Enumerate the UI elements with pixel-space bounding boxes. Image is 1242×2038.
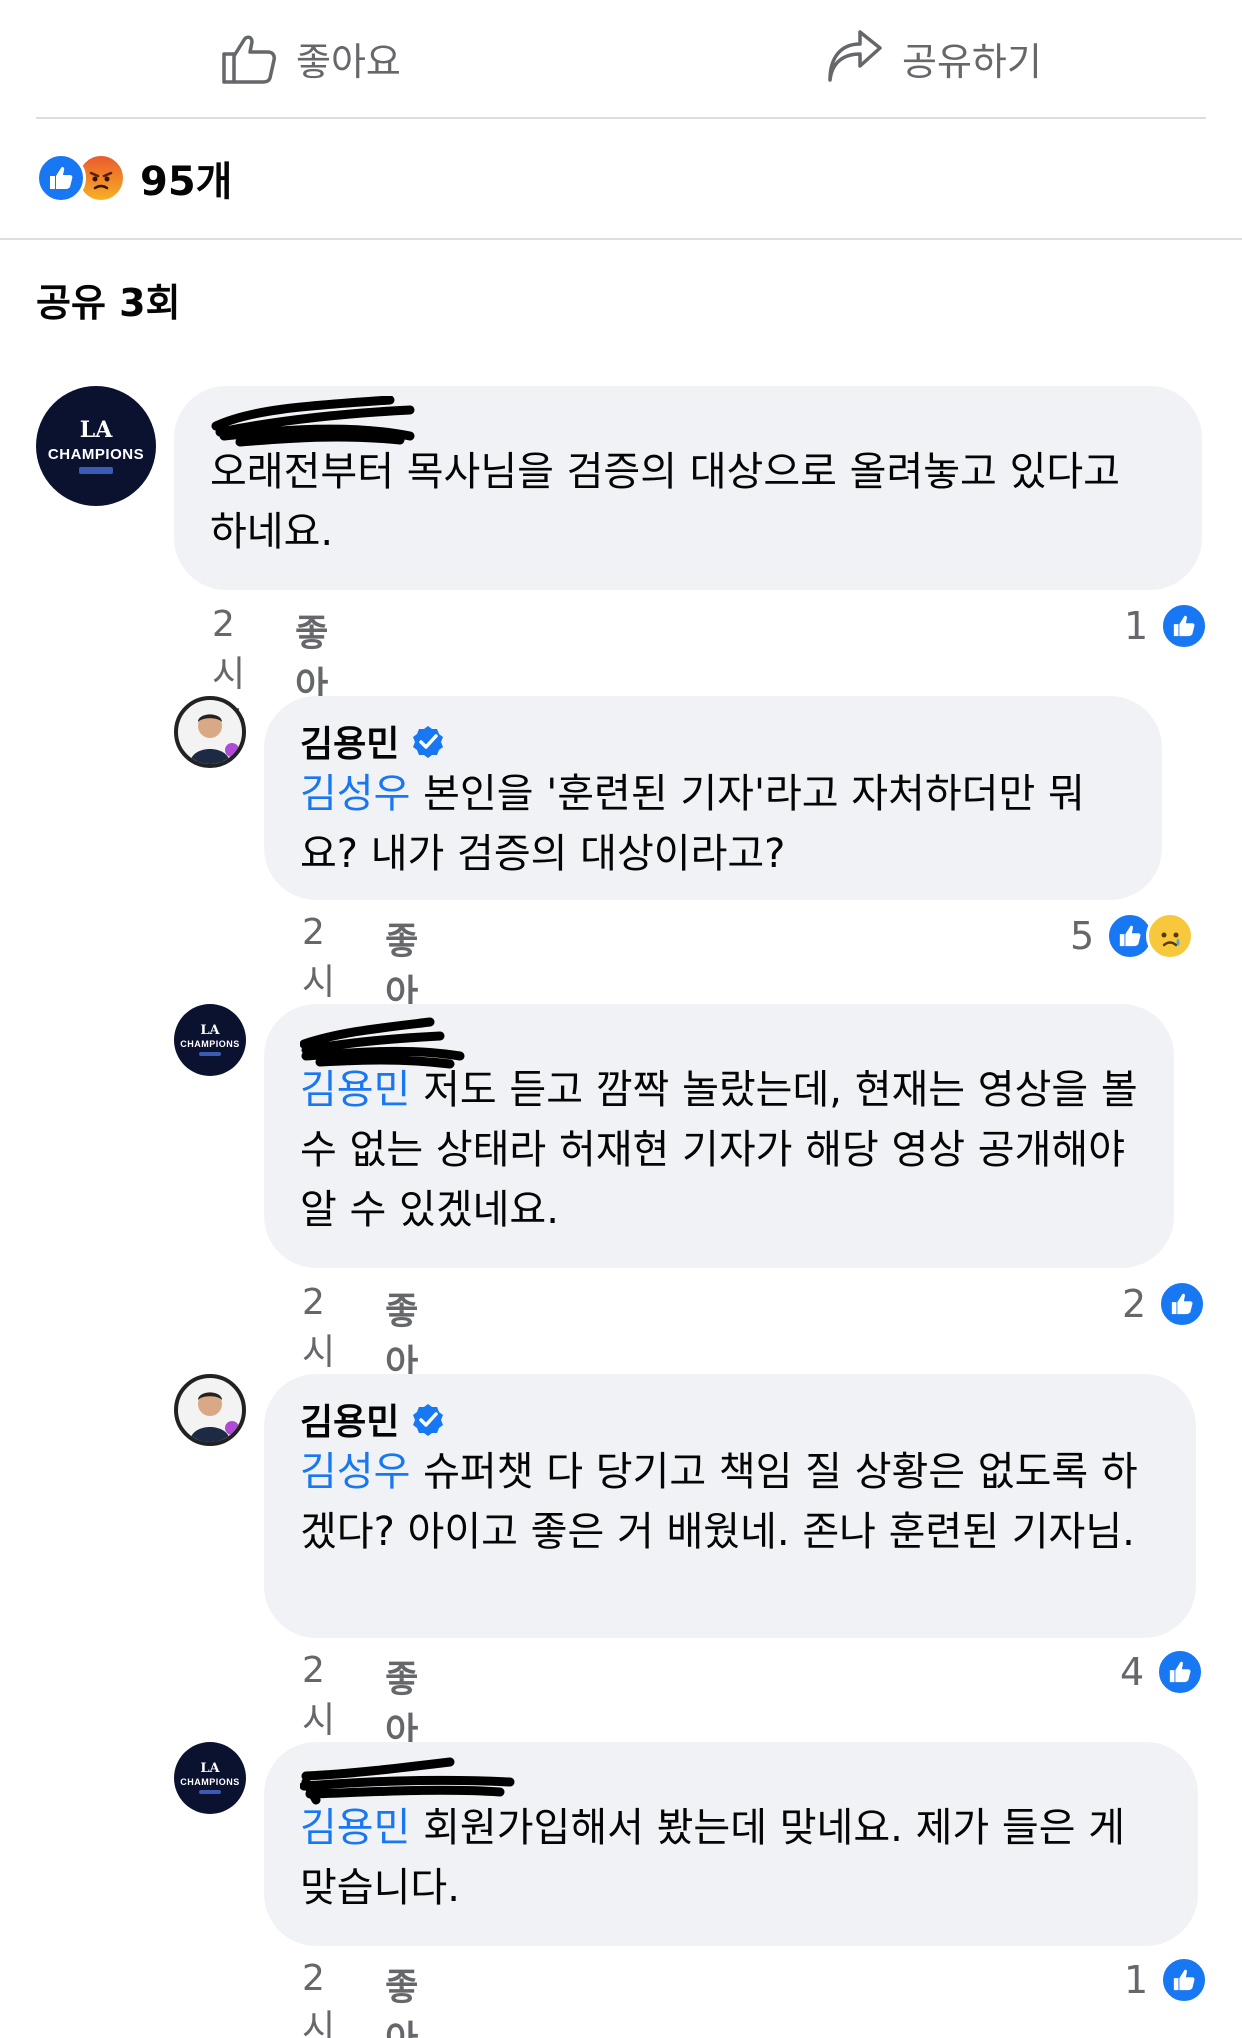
share-button-label: 공유하기 <box>902 39 1042 84</box>
redacted-author-name <box>210 395 1166 447</box>
mention-link[interactable]: 김용민 <box>300 1067 410 1113</box>
team-logo: LA <box>79 416 113 443</box>
comment-reactions[interactable]: 1 <box>1124 1954 1209 2006</box>
sad-reaction-icon <box>1146 912 1195 960</box>
comment-reactions[interactable]: 5 <box>1070 910 1195 962</box>
comment-body: 회원가입해서 봤는데 맞네요. 제가 들은 게 맞습니다. <box>300 1805 1126 1911</box>
comment-author[interactable]: 김용민 <box>300 718 1126 765</box>
share-arrow-icon <box>828 30 882 82</box>
mention-link[interactable]: 김용민 <box>300 1805 410 1851</box>
comment-meta: 2시간 좋아요 <box>302 1958 418 2038</box>
comment-author[interactable]: 김용민 <box>300 1396 1160 1443</box>
comment-like-link[interactable]: 좋아요 <box>385 1958 418 2038</box>
comment-reaction-count: 5 <box>1070 914 1095 958</box>
mention-link[interactable]: 김성우 <box>300 771 410 817</box>
comment-reaction-count: 2 <box>1122 1282 1147 1326</box>
like-reaction-icon <box>1160 1956 1209 2004</box>
comment-bubble[interactable]: 김용민 김성우 슈퍼챗 다 당기고 책임 질 상황은 없도록 하겠다? 아이고 … <box>264 1374 1196 1638</box>
comment-reactions[interactable]: 4 <box>1120 1646 1205 1698</box>
reaction-count: 95개 <box>140 159 233 205</box>
comment-body: 오래전부터 목사님을 검증의 대상으로 올려놓고 있다고 하네요. <box>210 449 1120 555</box>
comment-text: 김성우 본인을 '훈련된 기자'라고 자처하더만 뭐요? 내가 검증의 대상이라… <box>300 764 1126 884</box>
divider <box>0 238 1242 240</box>
comment-time: 2시간 <box>302 1958 336 2038</box>
avatar[interactable] <box>174 1374 246 1446</box>
like-reaction-icon <box>1160 602 1209 650</box>
thumbs-up-icon <box>222 35 276 84</box>
avatar-logo-stripe <box>199 1052 221 1056</box>
redacted-author-name <box>299 1014 1138 1069</box>
comment-body: 저도 듣고 깜짝 놀랐는데, 현재는 영상을 볼 수 없는 상태라 허재현 기자… <box>300 1067 1138 1233</box>
share-button[interactable]: 공유하기 <box>824 22 1042 94</box>
comment-bubble[interactable]: 오래전부터 목사님을 검증의 대상으로 올려놓고 있다고 하네요. <box>174 386 1202 590</box>
team-logo: LA <box>200 1023 220 1038</box>
comment-bubble[interactable]: 김용민 김성우 본인을 '훈련된 기자'라고 자처하더만 뭐요? 내가 검증의 … <box>264 696 1162 900</box>
avatar[interactable]: LA CHAMPIONS <box>174 1004 246 1076</box>
comment-text: 김용민 저도 듣고 깜짝 놀랐는데, 현재는 영상을 볼 수 없는 상태라 허재… <box>300 1060 1138 1240</box>
avatar[interactable]: LA CHAMPIONS <box>174 1742 246 1814</box>
author-name: 김용민 <box>300 724 400 765</box>
avatar-logo-text: CHAMPIONS <box>47 445 145 463</box>
comment-reactions[interactable]: 1 <box>1124 600 1209 652</box>
comment-bubble[interactable]: 김용민 회원가입해서 봤는데 맞네요. 제가 들은 게 맞습니다. <box>264 1742 1198 1946</box>
avatar-logo-text: CHAMPIONS <box>180 1039 240 1049</box>
comment-body: 슈퍼챗 다 당기고 책임 질 상황은 없도록 하겠다? 아이고 좋은 거 배웠네… <box>300 1449 1138 1555</box>
avatar[interactable]: LA CHAMPIONS <box>36 386 156 506</box>
divider <box>36 117 1206 119</box>
like-reaction-icon <box>1158 1280 1207 1328</box>
comment-text: 김성우 슈퍼챗 다 당기고 책임 질 상황은 없도록 하겠다? 아이고 좋은 거… <box>300 1442 1160 1562</box>
team-logo: LA <box>200 1761 220 1776</box>
comment-bubble[interactable]: 김용민 저도 듣고 깜짝 놀랐는데, 현재는 영상을 볼 수 없는 상태라 허재… <box>264 1004 1174 1268</box>
like-button-label: 좋아요 <box>296 39 401 84</box>
profile-photo <box>190 1392 239 1442</box>
comment-body: 본인을 '훈련된 기자'라고 자처하더만 뭐요? 내가 검증의 대상이라고? <box>300 771 1085 877</box>
avatar-logo-stripe <box>199 1790 221 1794</box>
profile-photo <box>190 714 239 764</box>
verified-badge-icon <box>413 1404 444 1436</box>
avatar[interactable] <box>174 696 246 768</box>
mention-link[interactable]: 김성우 <box>300 1449 410 1495</box>
comment-reactions[interactable]: 2 <box>1122 1278 1207 1330</box>
redacted-author-name <box>299 1752 1162 1805</box>
like-button[interactable]: 좋아요 <box>218 22 401 94</box>
comment-text: 오래전부터 목사님을 검증의 대상으로 올려놓고 있다고 하네요. <box>210 442 1166 562</box>
comment-reaction-count: 1 <box>1124 1958 1149 2002</box>
comment-reaction-count: 4 <box>1120 1650 1145 1694</box>
comment-text: 김용민 회원가입해서 봤는데 맞네요. 제가 들은 게 맞습니다. <box>300 1798 1162 1918</box>
comment-reaction-count: 1 <box>1124 604 1149 648</box>
verified-badge-icon <box>413 726 444 758</box>
avatar-logo-stripe <box>79 466 113 474</box>
avatar-logo-text: CHAMPIONS <box>180 1777 240 1787</box>
like-reaction-icon <box>36 153 86 203</box>
like-reaction-icon <box>1156 1648 1205 1696</box>
share-count[interactable]: 공유 3회 <box>36 272 181 327</box>
author-name: 김용민 <box>300 1402 400 1443</box>
post-action-bar: 좋아요 공유하기 <box>0 0 1242 118</box>
reaction-summary[interactable]: 95개 <box>36 148 232 208</box>
